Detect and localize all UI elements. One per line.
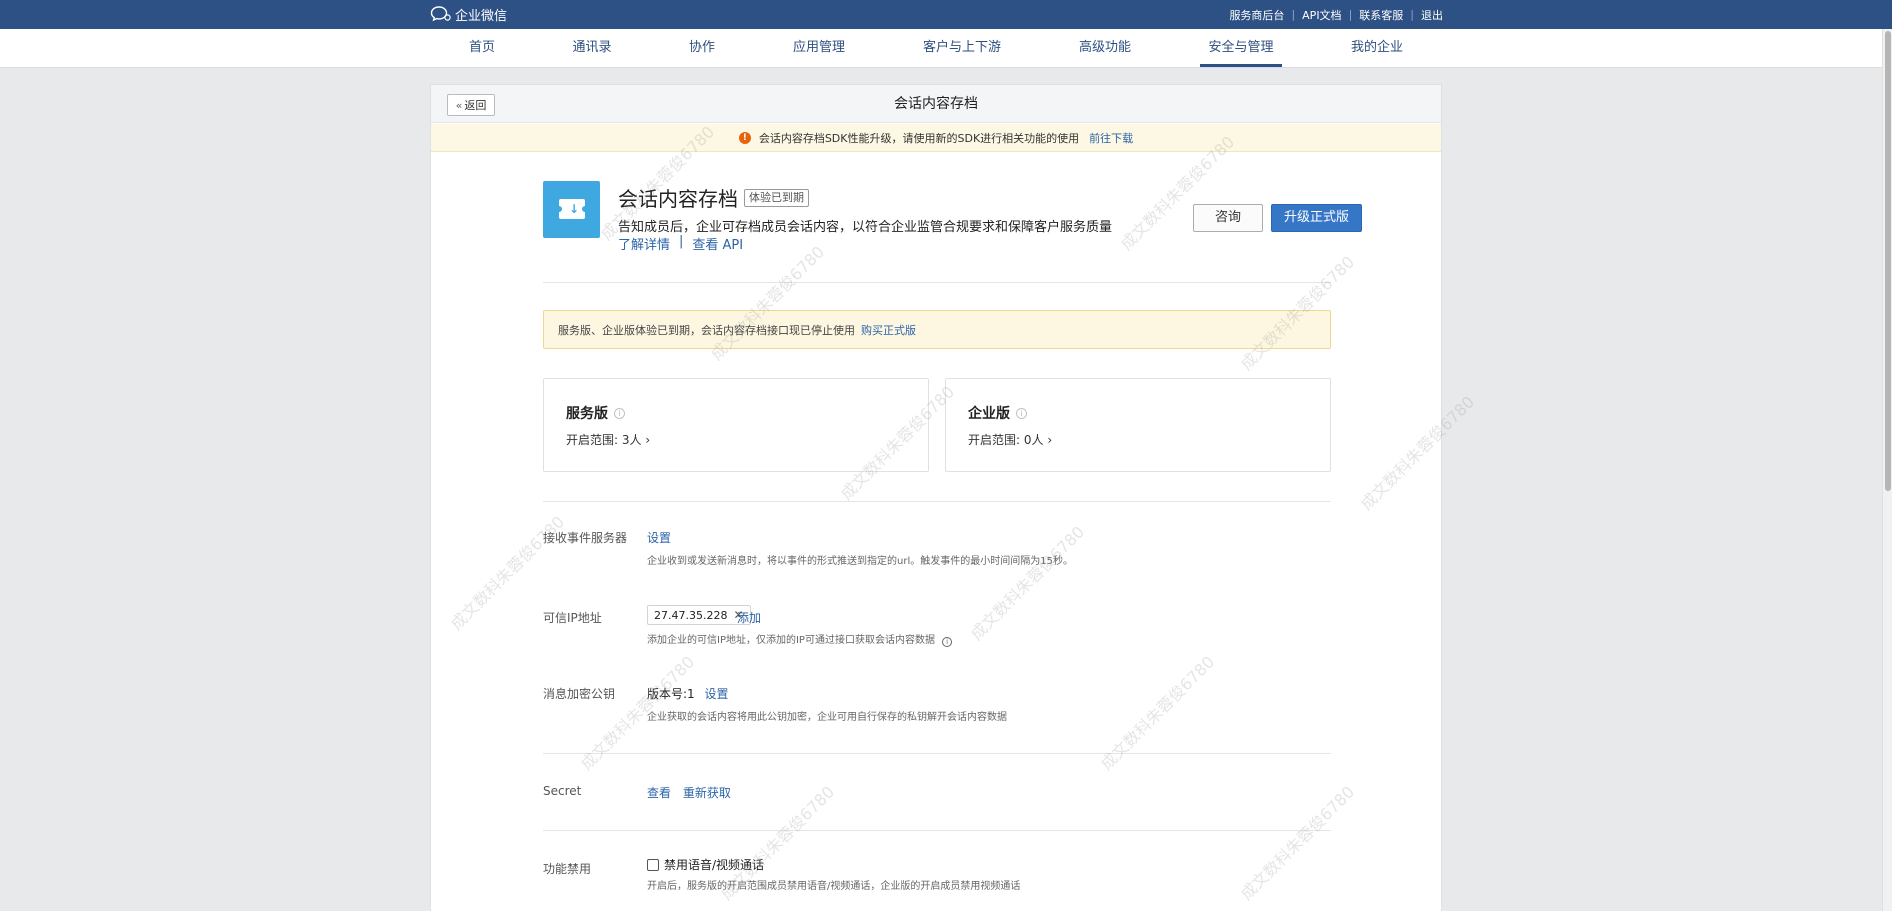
disable-label: 功能禁用 xyxy=(543,862,592,876)
warning-icon: ! xyxy=(738,131,751,144)
divider xyxy=(543,501,1331,502)
download-link[interactable]: 前往下载 xyxy=(1089,130,1133,146)
download-arrow-icon: ↓ xyxy=(569,202,580,216)
checkbox[interactable] xyxy=(647,859,659,871)
back-button[interactable]: « 返回 xyxy=(447,94,495,116)
ip-value: 27.47.35.228 xyxy=(654,608,728,622)
learn-more-link[interactable]: 了解详情 xyxy=(618,234,670,253)
refresh-secret-link[interactable]: 重新获取 xyxy=(683,786,731,800)
divider xyxy=(543,282,1331,283)
edition-card-service: 服务版 i 开启范围: 3人 › xyxy=(543,378,929,472)
scrollbar-thumb[interactable] xyxy=(1885,31,1891,491)
top-links: 服务商后台 | API文档 | 联系客服 | 退出 xyxy=(1229,0,1443,29)
secret-actions: 查看 重新获取 xyxy=(647,784,731,801)
disable-hint: 开启后，服务版的开启范围成员禁用语音/视频通话，企业版的开启成员禁用视频通话 xyxy=(647,881,1021,892)
back-label: 返回 xyxy=(464,99,487,112)
upgrade-button[interactable]: 升级正式版 xyxy=(1271,204,1362,232)
app-name: 会话内容存档 xyxy=(618,187,738,211)
double-chevron-left-icon: « xyxy=(455,98,463,112)
divider xyxy=(543,753,1331,754)
key-version: 版本号:1 xyxy=(647,687,695,701)
divider: | xyxy=(1348,8,1353,21)
page-scrollbar[interactable] xyxy=(1882,29,1892,911)
nav-item-customers-upstream-downstream[interactable]: 客户与上下游 xyxy=(914,29,1010,67)
app-links: 了解详情 | 查看 API xyxy=(618,234,743,253)
trusted-ip-label: 可信IP地址 xyxy=(543,611,602,625)
main-nav: 首页 通讯录 协作 应用管理 客户与上下游 高级功能 安全与管理 我的企业 xyxy=(0,29,1892,68)
brand-name: 企业微信 xyxy=(455,8,508,24)
wecom-logo-icon xyxy=(430,6,451,22)
nav-item-security-management[interactable]: 安全与管理 xyxy=(1200,29,1282,67)
nav-item-my-company[interactable]: 我的企业 xyxy=(1338,29,1416,67)
sdk-notice-banner: ! 会话内容存档SDK性能升级，请使用新的SDK进行相关功能的使用 前往下载 xyxy=(431,124,1441,152)
edition-title: 企业版 i xyxy=(968,403,1027,423)
chevron-right-icon: › xyxy=(645,433,651,447)
edition-name: 服务版 xyxy=(566,406,608,422)
secret-label: Secret xyxy=(543,784,582,798)
link-separator: | xyxy=(679,234,684,249)
hint-text: 添加企业的可信IP地址，仅添加的IP可通过接口获取会话内容数据 xyxy=(647,635,935,646)
edition-card-enterprise: 企业版 i 开启范围: 0人 › xyxy=(945,378,1331,472)
page-title: 会话内容存档 xyxy=(894,96,978,112)
link-logout[interactable]: 退出 xyxy=(1421,7,1443,23)
disable-call-checkbox[interactable]: 禁用语音/视频通话 xyxy=(647,856,764,873)
app-title: 会话内容存档 体验已到期 xyxy=(618,183,809,212)
range-text: 开启范围: 3人 xyxy=(566,433,642,447)
link-provider-backend[interactable]: 服务商后台 xyxy=(1229,7,1284,23)
notice-text: 会话内容存档SDK性能升级，请使用新的SDK进行相关功能的使用 xyxy=(758,131,1080,145)
info-icon[interactable]: i xyxy=(942,637,953,647)
divider: | xyxy=(1291,8,1296,21)
edition-range-link[interactable]: 开启范围: 3人 › xyxy=(566,431,650,448)
buy-full-version-link[interactable]: 购买正式版 xyxy=(861,322,916,338)
chevron-right-icon: › xyxy=(1047,433,1053,447)
divider xyxy=(543,830,1331,831)
link-api-docs[interactable]: API文档 xyxy=(1302,7,1341,23)
status-badge: 体验已到期 xyxy=(744,188,809,207)
edition-range-link[interactable]: 开启范围: 0人 › xyxy=(968,431,1052,448)
info-icon[interactable]: i xyxy=(614,407,625,419)
public-key-set-link[interactable]: 设置 xyxy=(705,687,729,701)
edition-name: 企业版 xyxy=(968,406,1010,422)
event-server-label: 接收事件服务器 xyxy=(543,531,628,545)
link-contact-support[interactable]: 联系客服 xyxy=(1359,7,1403,23)
range-text: 开启范围: 0人 xyxy=(968,433,1044,447)
nav-item-home[interactable]: 首页 xyxy=(452,29,512,67)
app-description: 告知成员后，企业可存档成员会话内容，以符合企业监管合规要求和保障客户服务质量 xyxy=(618,220,1113,235)
view-secret-link[interactable]: 查看 xyxy=(647,786,671,800)
checkbox-label: 禁用语音/视频通话 xyxy=(664,858,765,872)
panel-header: 会话内容存档 « 返回 xyxy=(431,85,1441,123)
public-key-hint: 企业获取的会话内容将用此公钥加密，企业可用自行保存的私钥解开会话内容数据 xyxy=(647,712,1007,723)
main-panel: 会话内容存档 « 返回 ! 会话内容存档SDK性能升级，请使用新的SDK进行相关… xyxy=(430,84,1442,911)
divider: | xyxy=(1410,8,1414,21)
expired-alert: 服务版、企业版体验已到期，会话内容存档接口现已停止使用 购买正式版 xyxy=(543,310,1331,349)
top-bar: 企业微信 服务商后台 | API文档 | 联系客服 | 退出 xyxy=(0,0,1892,29)
alert-text: 服务版、企业版体验已到期，会话内容存档接口现已停止使用 xyxy=(558,323,855,337)
info-icon[interactable]: i xyxy=(1016,407,1027,419)
nav-item-contacts[interactable]: 通讯录 xyxy=(562,29,622,67)
edition-title: 服务版 i xyxy=(566,403,625,423)
nav-item-advanced-features[interactable]: 高级功能 xyxy=(1066,29,1144,67)
public-key-value: 版本号:1 设置 xyxy=(647,685,729,702)
event-server-set-link[interactable]: 设置 xyxy=(647,529,671,546)
consult-button[interactable]: 咨询 xyxy=(1193,204,1263,232)
view-api-link[interactable]: 查看 API xyxy=(692,234,743,253)
nav-item-app-management[interactable]: 应用管理 xyxy=(780,29,858,67)
ip-tag: 27.47.35.228 ✕ xyxy=(647,605,751,625)
public-key-label: 消息加密公钥 xyxy=(543,687,616,701)
brand[interactable]: 企业微信 xyxy=(430,5,508,24)
nav-item-collaboration[interactable]: 协作 xyxy=(672,29,732,67)
event-server-hint: 企业收到或发送新消息时，将以事件的形式推送到指定的url。触发事件的最小时间间隔… xyxy=(647,556,1073,567)
add-ip-link[interactable]: 添加 xyxy=(737,609,761,626)
archive-app-icon: ↓ xyxy=(543,181,600,238)
trusted-ip-hint: 添加企业的可信IP地址，仅添加的IP可通过接口获取会话内容数据 i xyxy=(647,631,953,647)
